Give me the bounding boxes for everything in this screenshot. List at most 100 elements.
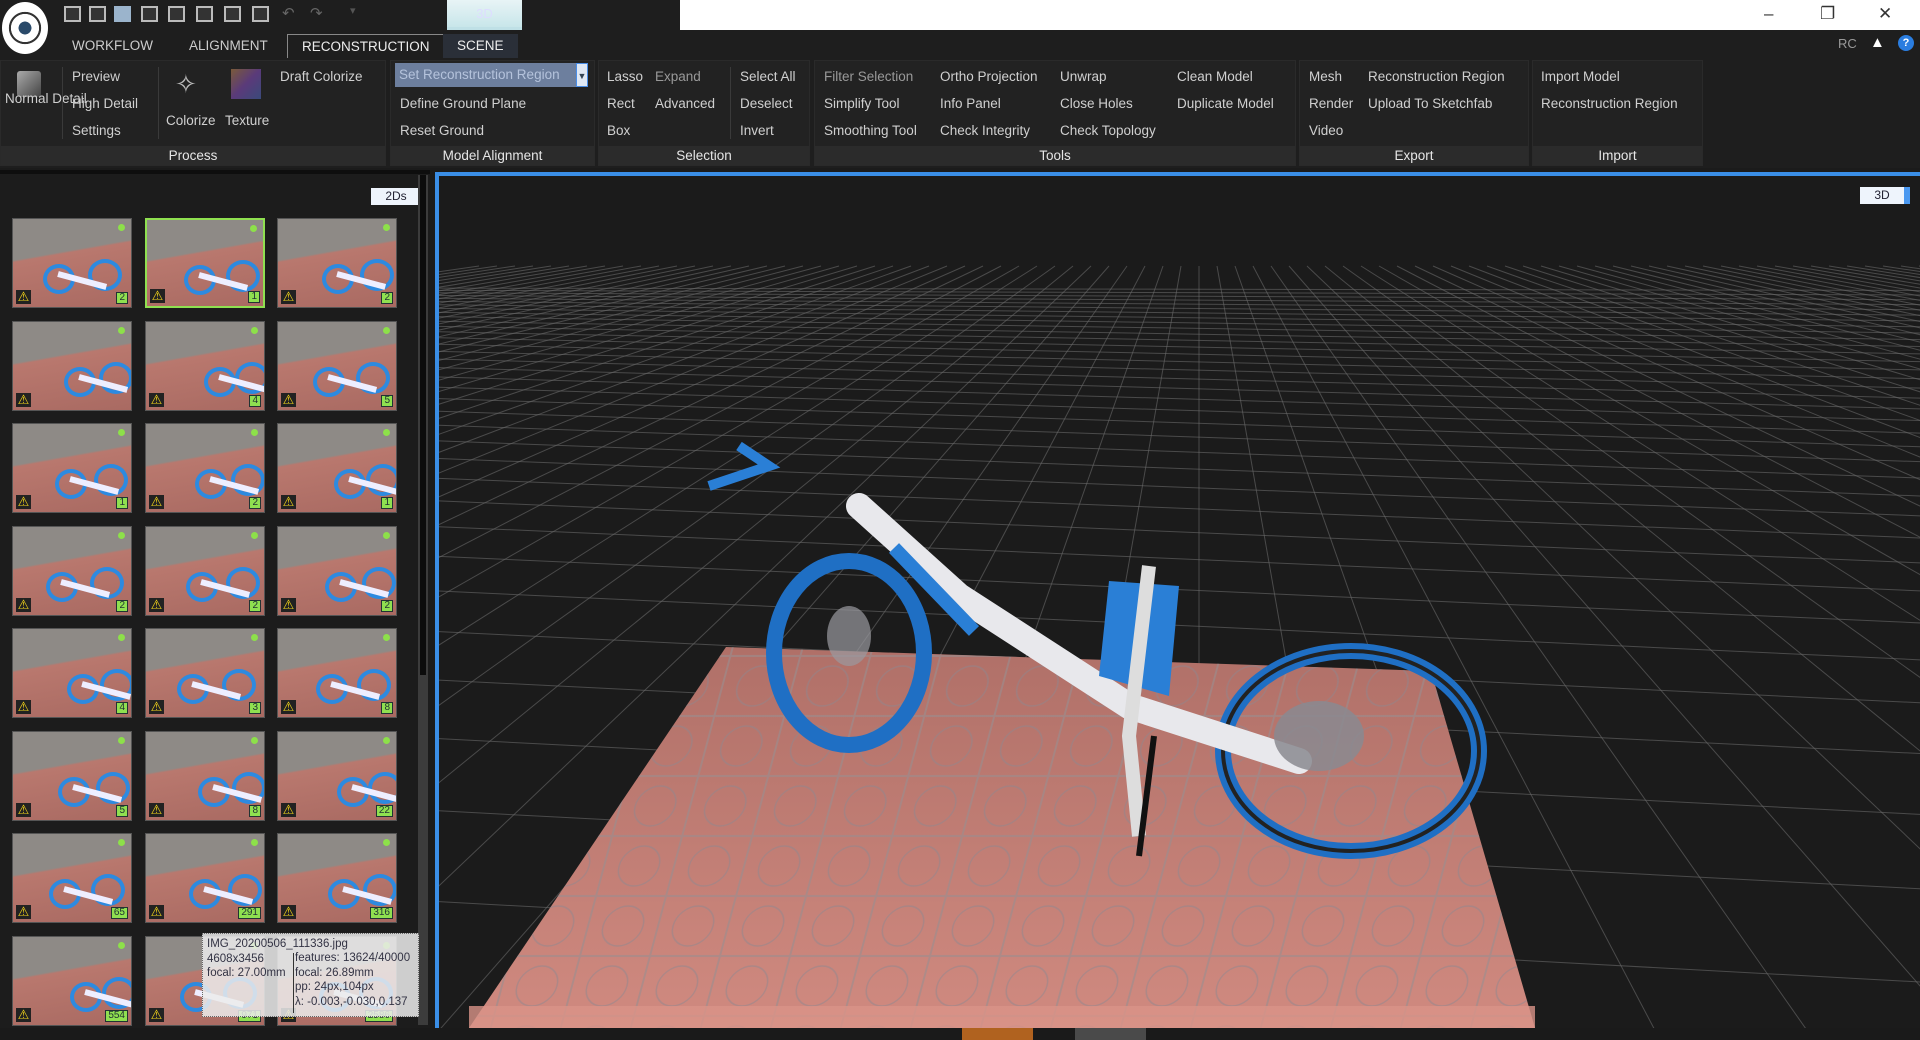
layout-4-button[interactable] [141, 6, 158, 22]
image-thumbnail[interactable]: ⚠ [12, 320, 132, 411]
image-thumbnail[interactable]: ⚠ 2 [145, 525, 265, 616]
image-thumbnail[interactable]: ⚠ 1 [277, 423, 397, 513]
layout-1-button[interactable] [64, 6, 81, 22]
grid-line [1810, 265, 1920, 285]
check-topology-button[interactable]: Check Topology [1060, 123, 1156, 138]
settings-button[interactable]: Settings [72, 123, 121, 138]
rect-button[interactable]: Rect [607, 96, 635, 111]
tab-scene[interactable]: SCENE [443, 34, 518, 58]
warning-icon: ⚠ [16, 801, 31, 817]
deselect-button[interactable]: Deselect [740, 96, 793, 111]
import-model-button[interactable]: Import Model [1541, 69, 1620, 84]
app-logo[interactable] [2, 2, 48, 54]
close-holes-button[interactable]: Close Holes [1060, 96, 1133, 111]
feature-count-badge: 8 [249, 804, 261, 817]
status-dot-icon [251, 839, 258, 846]
select-all-button[interactable]: Select All [740, 69, 796, 84]
tab-workflow[interactable]: WORKFLOW [58, 34, 167, 58]
group-process: Normal Detail Preview High Detail Settin… [0, 60, 386, 166]
image-thumbnail[interactable]: ⚠ 2 [277, 525, 397, 616]
minimize-icon[interactable]: – [1764, 4, 1773, 24]
image-thumbnail[interactable]: ⚠ 1 [12, 423, 132, 513]
image-thumbnail[interactable]: ⚠ 3 [145, 628, 265, 718]
image-thumbnail[interactable]: ⚠ 2 [12, 525, 132, 616]
unwrap-button[interactable]: Unwrap [1060, 69, 1107, 84]
layout-5-button[interactable] [168, 6, 185, 22]
layout-2-button[interactable] [89, 6, 106, 22]
smoothing-tool-button[interactable]: Smoothing Tool [824, 123, 917, 138]
filter-selection-button[interactable]: Filter Selection [824, 69, 913, 84]
view-3d-button[interactable]: 3D [1860, 187, 1910, 204]
expand-button[interactable]: Expand [655, 69, 701, 84]
status-dot-icon [118, 531, 125, 539]
3d-viewport[interactable] [435, 172, 1920, 1028]
grid-line [1738, 265, 1920, 301]
image-thumbnail[interactable]: ⚠ 291 [145, 833, 265, 923]
tab-reconstruction[interactable]: RECONSTRUCTION [287, 34, 445, 58]
warning-icon: ⚠ [281, 699, 296, 714]
clean-model-button[interactable]: Clean Model [1177, 69, 1253, 84]
image-thumbnail[interactable]: ⚠ 5 [12, 730, 132, 821]
upload-sketchfab-button[interactable]: Upload To Sketchfab [1368, 96, 1492, 111]
customize-dropdown-icon[interactable]: ▾ [350, 4, 356, 17]
layout-3-button[interactable] [114, 6, 131, 22]
invert-button[interactable]: Invert [740, 123, 774, 138]
draft-colorize-button[interactable]: Draft Colorize [280, 69, 363, 84]
status-dot-icon [383, 429, 390, 436]
warning-icon: ⚠ [281, 289, 296, 304]
status-dot-icon [251, 634, 258, 641]
layout-8-button[interactable] [252, 6, 269, 22]
render-button[interactable]: Render [1309, 96, 1353, 111]
image-thumbnail[interactable]: ⚠ 2 [12, 218, 132, 308]
restore-icon[interactable]: ❐ [1820, 4, 1835, 24]
preview-button[interactable]: Preview [72, 69, 120, 84]
image-thumbnail[interactable]: ⚠ 8 [277, 628, 397, 718]
image-thumbnail[interactable]: ⚠ 2 [145, 423, 265, 513]
image-thumbnail[interactable]: ⚠ 5 [277, 320, 397, 411]
check-integrity-button[interactable]: Check Integrity [940, 123, 1030, 138]
image-thumbnail[interactable]: ⚠ 554 [12, 935, 132, 1026]
3d-scene[interactable] [439, 176, 1920, 1028]
texture-button[interactable]: Texture [225, 113, 269, 128]
image-thumbnail[interactable]: ⚠ 316 [277, 833, 397, 923]
colorize-button[interactable]: Colorize [166, 113, 216, 128]
image-thumbnail[interactable]: ⚠ 8 [145, 730, 265, 821]
view-tab-3d[interactable]: 3D [447, 0, 522, 30]
close-icon[interactable]: ✕ [1878, 4, 1892, 24]
ortho-projection-button[interactable]: Ortho Projection [940, 69, 1038, 84]
box-button[interactable]: Box [607, 123, 630, 138]
import-reconstruction-region-button[interactable]: Reconstruction Region [1541, 96, 1678, 111]
high-detail-button[interactable]: High Detail [72, 96, 138, 111]
reset-ground-button[interactable]: Reset Ground [400, 123, 484, 138]
grid-line [1486, 265, 1920, 421]
advanced-button[interactable]: Advanced [655, 96, 715, 111]
image-thumbnail[interactable]: ⚠ 22 [277, 730, 397, 821]
scrollbar-thumb[interactable] [420, 175, 426, 675]
info-panel-button[interactable]: Info Panel [940, 96, 1001, 111]
duplicate-model-button[interactable]: Duplicate Model [1177, 96, 1274, 111]
feature-count-badge: 1 [248, 291, 260, 303]
export-reconstruction-region-button[interactable]: Reconstruction Region [1368, 69, 1505, 84]
image-thumbnail[interactable]: ⚠ 4 [12, 628, 132, 718]
image-thumbnail[interactable]: ⚠ 2 [277, 218, 397, 308]
export-mesh-button[interactable]: Mesh [1309, 69, 1342, 84]
image-thumbnail[interactable]: ⚠ 65 [12, 833, 132, 923]
reconstruction-region-dropdown[interactable]: Set Reconstruction Region ▼ [395, 63, 588, 87]
layout-6-button[interactable] [196, 6, 213, 22]
undo-icon[interactable]: ↶ [282, 4, 295, 22]
view-2ds-button[interactable]: 2Ds [371, 188, 421, 205]
normal-detail-button[interactable]: Normal Detail [5, 91, 87, 106]
lasso-button[interactable]: Lasso [607, 69, 643, 84]
layout-7-button[interactable] [224, 6, 241, 22]
chevron-down-icon[interactable]: ▼ [576, 63, 588, 87]
define-ground-plane-button[interactable]: Define Ground Plane [400, 96, 526, 111]
status-dot-icon [251, 429, 258, 436]
redo-icon[interactable]: ↷ [310, 4, 323, 22]
video-button[interactable]: Video [1309, 123, 1343, 138]
warning-icon[interactable]: ▲ [1870, 34, 1885, 51]
simplify-tool-button[interactable]: Simplify Tool [824, 96, 900, 111]
image-thumbnail[interactable]: ⚠ 1 [145, 218, 265, 308]
image-thumbnail[interactable]: ⚠ 4 [145, 320, 265, 411]
tab-alignment[interactable]: ALIGNMENT [175, 34, 282, 58]
help-icon[interactable]: ? [1898, 35, 1914, 51]
